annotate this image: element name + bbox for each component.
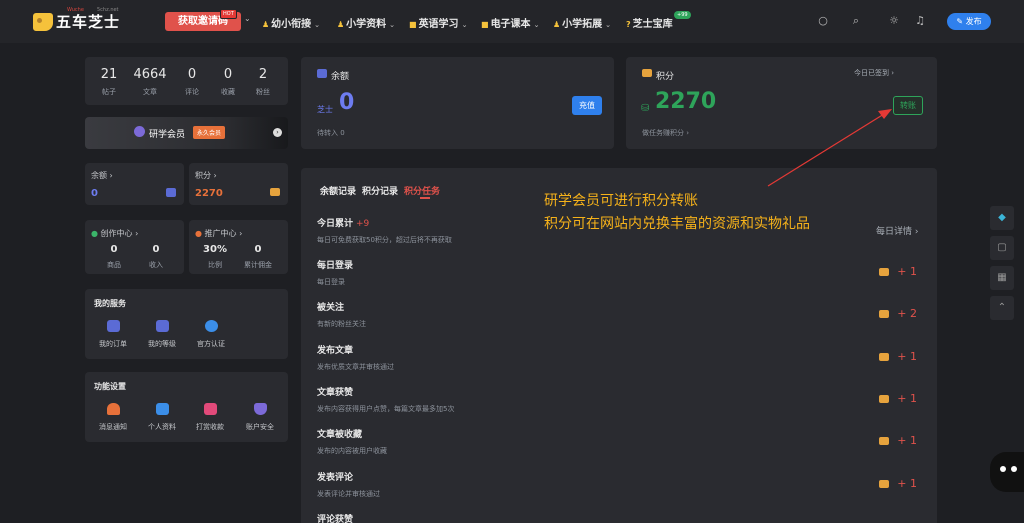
back-to-top-icon[interactable]: ⌃ [990, 296, 1014, 320]
arrow-head [878, 109, 892, 119]
qrcode-icon[interactable]: ▦ [990, 266, 1014, 290]
cat-mascot-icon[interactable] [990, 452, 1024, 492]
annotation-arrow [767, 109, 892, 187]
chat-icon[interactable]: ▢ [990, 236, 1014, 260]
arrow-line [767, 113, 885, 187]
pill-icon[interactable]: ◆ [990, 206, 1014, 230]
